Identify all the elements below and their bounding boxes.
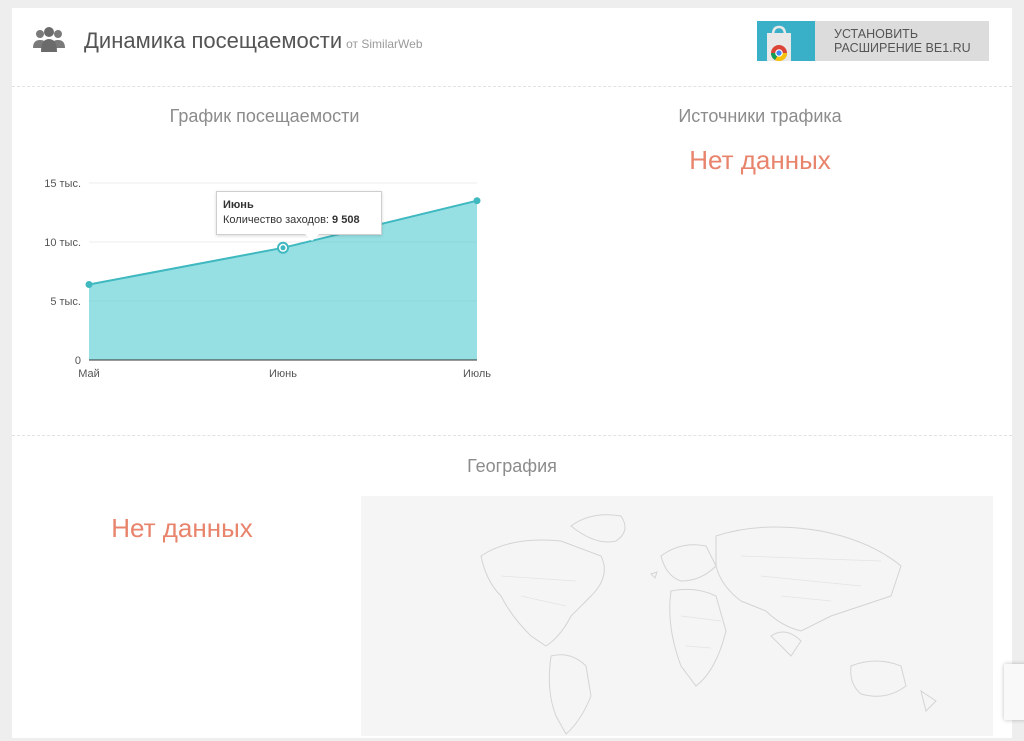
world-map-outline (480, 514, 937, 735)
data-point-center (280, 245, 286, 251)
chart-tooltip: Июнь Количество заходов: 9 508 (216, 191, 382, 235)
data-point (473, 197, 481, 205)
traffic-chart-title: График посещаемости (169, 106, 360, 126)
tooltip-line: Количество заходов: 9 508 (223, 214, 360, 226)
tooltip-value: 9 508 (332, 214, 360, 226)
visits-dynamics-panel: Динамика посещаемости от SimilarWeb УСТАН… (12, 8, 1012, 738)
y-tick-label: 5 тыс. (50, 296, 81, 308)
tooltip-label: Количество заходов: (223, 214, 329, 226)
install-banner-text: УСТАНОВИТЬ РАСШИРЕНИЕ BE1.RU (834, 27, 971, 55)
users-icon (33, 27, 65, 52)
traffic-sources-no-data: Нет данных (689, 145, 831, 175)
geography-no-data: Нет данных (111, 513, 253, 543)
x-tick-label: Июль (463, 368, 491, 380)
install-extension-button[interactable]: УСТАНОВИТЬ РАСШИРЕНИЕ BE1.RU (757, 21, 989, 61)
tooltip-title: Июнь (223, 199, 254, 211)
section-divider (12, 435, 1012, 436)
tooltip-arrow (304, 233, 320, 241)
recaptcha-badge[interactable] (1004, 664, 1024, 720)
x-tick-label: Май (78, 368, 100, 380)
title-source: от SimilarWeb (346, 37, 423, 51)
world-map (361, 496, 993, 736)
x-tick-label: Июнь (269, 368, 297, 380)
panel-header: Динамика посещаемости от SimilarWeb УСТАН… (12, 8, 1012, 86)
page-title: Динамика посещаемости от SimilarWeb (84, 28, 423, 54)
header-divider (12, 86, 1012, 87)
y-tick-label: 0 (75, 355, 81, 367)
chrome-store-icon (757, 21, 815, 61)
geography-title: География (467, 456, 557, 476)
y-tick-label: 15 тыс. (44, 178, 81, 190)
data-point (85, 280, 93, 288)
y-tick-label: 10 тыс. (44, 237, 81, 249)
page-title-text: Динамика посещаемости (84, 28, 343, 53)
traffic-sources-title: Источники трафика (678, 106, 842, 126)
